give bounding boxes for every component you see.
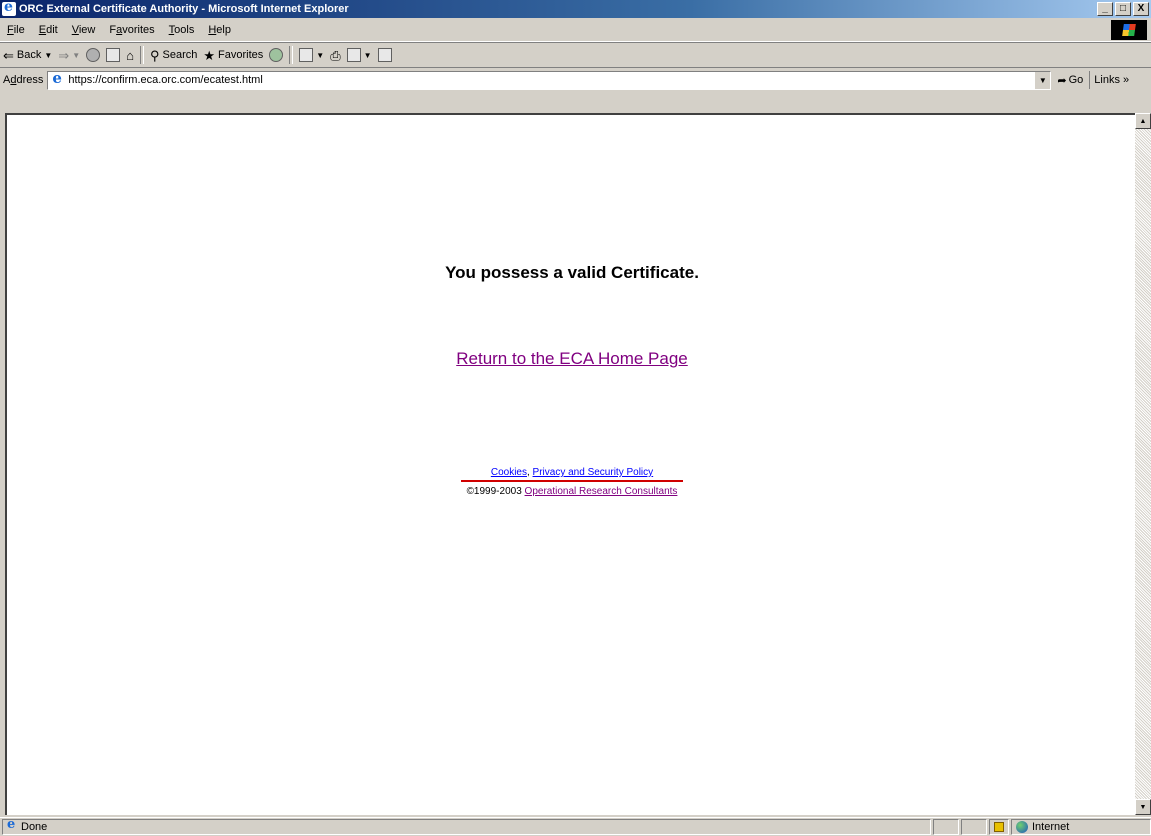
edit-button[interactable]: ▼ — [344, 45, 375, 65]
menu-edit[interactable]: Edit — [32, 21, 65, 39]
scroll-down-button[interactable]: ▼ — [1135, 799, 1151, 815]
home-button[interactable]: ⌂ — [123, 45, 137, 65]
page-status-icon — [6, 817, 18, 833]
mail-icon — [299, 48, 314, 62]
mail-dropdown-icon[interactable]: ▼ — [316, 51, 324, 60]
toolbar-separator — [289, 46, 294, 64]
go-label: Go — [1068, 74, 1084, 86]
search-icon: ⚲ — [149, 47, 160, 63]
address-label: Address — [0, 74, 47, 86]
status-pane-zone[interactable]: Internet — [1011, 819, 1151, 835]
minimize-button[interactable]: _ — [1097, 2, 1113, 16]
forward-arrow-icon: ⇒ — [58, 47, 70, 63]
back-arrow-icon: ⇐ — [3, 47, 14, 63]
address-input[interactable]: https://confirm.eca.orc.com/ecatest.html… — [47, 69, 1052, 90]
forward-button[interactable]: ⇒ ▼ — [55, 45, 83, 65]
privacy-policy-link[interactable]: Privacy and Security Policy — [533, 467, 654, 478]
address-bar: Address https://confirm.eca.orc.com/ecat… — [0, 67, 1151, 92]
menu-file-label: ile — [13, 24, 25, 36]
refresh-icon — [106, 48, 121, 62]
address-url[interactable]: https://confirm.eca.orc.com/ecatest.html — [68, 74, 262, 86]
zone-text: Internet — [1032, 821, 1070, 833]
menu-edit-label: dit — [46, 24, 58, 36]
company-link[interactable]: Operational Research Consultants — [525, 486, 678, 497]
toolbar-separator — [139, 46, 144, 64]
forward-dropdown-icon[interactable]: ▼ — [72, 51, 80, 60]
status-message: Done — [2, 817, 931, 835]
globe-icon — [1016, 821, 1028, 833]
edit-dropdown-icon[interactable]: ▼ — [364, 51, 372, 60]
link-separator: , — [526, 467, 530, 478]
lock-icon — [994, 822, 1004, 832]
mail-button[interactable]: ▼ — [296, 45, 327, 65]
stop-icon — [86, 48, 101, 62]
menu-favorites[interactable]: Favorites — [102, 21, 161, 39]
print-icon: ⎙ — [330, 47, 341, 63]
vertical-scrollbar[interactable]: ▲ ▼ — [1135, 113, 1151, 815]
menu-file-mnemonic: F — [7, 24, 14, 36]
search-button[interactable]: ⚲ Search — [147, 45, 200, 65]
menu-help-label: elp — [216, 24, 231, 36]
standard-toolbar: ⇐ Back ▼ ⇒ ▼ ⌂ ⚲ Search ★ Favorites ▼ ⎙ … — [0, 42, 1151, 68]
address-label-rest: dress — [16, 74, 44, 86]
back-dropdown-icon[interactable]: ▼ — [44, 51, 52, 60]
status-pane-security[interactable] — [989, 819, 1009, 835]
copyright-text: ©1999-2003 — [466, 486, 522, 497]
menu-view-mnemonic: V — [71, 24, 79, 36]
menu-edit-mnemonic: E — [38, 24, 47, 36]
title-bar: ORC External Certificate Authority - Mic… — [0, 0, 1151, 18]
status-pane-empty — [933, 819, 959, 835]
close-button[interactable]: X — [1133, 2, 1149, 16]
print-button[interactable]: ⎙ — [327, 45, 343, 65]
menu-help[interactable]: Help — [201, 21, 238, 39]
red-underline-annotation — [461, 480, 683, 482]
favorites-icon: ★ — [203, 47, 216, 63]
stop-button[interactable] — [83, 45, 103, 65]
window-controls: _ □ X — [1097, 2, 1149, 16]
status-text: Done — [21, 821, 48, 833]
page-content: You possess a valid Certificate. Return … — [5, 113, 1135, 815]
favorites-button[interactable]: ★ Favorites — [200, 45, 266, 65]
menu-view[interactable]: View — [65, 21, 103, 39]
menu-favorites-label: vorites — [122, 24, 155, 36]
history-icon — [269, 48, 284, 62]
discuss-button[interactable] — [375, 45, 395, 65]
discuss-icon — [377, 48, 392, 62]
page-headline: You possess a valid Certificate. — [445, 263, 699, 282]
copyright-line: ©1999-2003 Operational Research Consulta… — [7, 486, 1137, 497]
home-icon: ⌂ — [126, 47, 134, 63]
window-title: ORC External Certificate Authority - Mic… — [19, 3, 349, 15]
scroll-up-button[interactable]: ▲ — [1135, 113, 1151, 129]
ie-icon[interactable] — [2, 0, 16, 16]
status-bar: Done Internet — [0, 817, 1151, 836]
go-arrow-icon: ➦ — [1057, 74, 1067, 87]
favorites-label: Favorites — [218, 49, 264, 61]
eca-home-link[interactable]: Return to the ECA Home Page — [7, 349, 1137, 369]
go-button[interactable]: ➦ Go — [1051, 74, 1089, 87]
menu-file[interactable]: File — [0, 21, 32, 39]
menu-view-label: iew — [78, 24, 96, 36]
restore-button[interactable]: □ — [1115, 2, 1131, 16]
history-button[interactable] — [266, 45, 286, 65]
address-dropdown-icon[interactable]: ▼ — [1034, 71, 1051, 89]
windows-logo-icon — [1111, 20, 1147, 40]
cookies-link[interactable]: Cookies — [491, 467, 527, 478]
back-label: Back — [16, 49, 42, 61]
back-button[interactable]: ⇐ Back ▼ — [0, 45, 55, 65]
menu-tools-label: ools — [174, 24, 195, 36]
word-edit-icon — [346, 48, 361, 62]
search-label: Search — [162, 49, 198, 61]
footer-policy-links: Cookies, Privacy and Security Policy — [7, 467, 1137, 482]
refresh-button[interactable] — [103, 45, 123, 65]
menu-bar: File Edit View Favorites Tools Help — [0, 19, 1151, 42]
status-pane-empty — [961, 819, 987, 835]
links-button[interactable]: Links » — [1089, 71, 1133, 89]
menu-tools[interactable]: Tools — [162, 21, 202, 39]
page-icon — [50, 69, 64, 87]
